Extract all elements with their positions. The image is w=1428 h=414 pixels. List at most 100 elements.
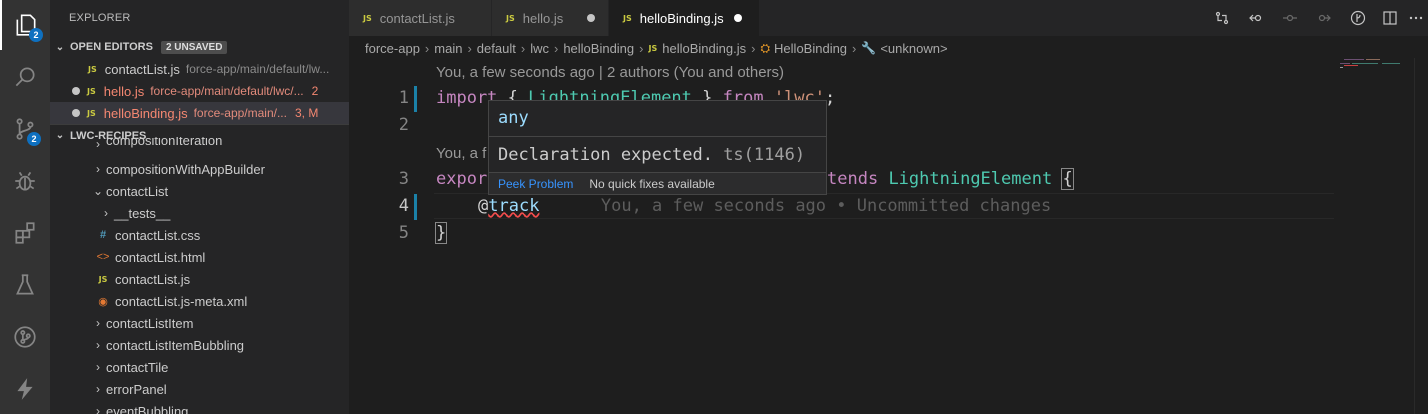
no-quick-fixes-label: No quick fixes available (589, 176, 715, 191)
breadcrumb-item[interactable]: <unknown> (880, 41, 947, 56)
folder-label: compositionIteration (106, 137, 223, 148)
commit-icon[interactable] (1281, 9, 1299, 27)
breadcrumb-item[interactable]: default (477, 41, 516, 56)
codelens-class[interactable]: You, a f (436, 145, 486, 162)
breadcrumb-item[interactable]: helloBinding (563, 41, 634, 56)
line-number: 2 (398, 115, 409, 135)
code-line-5: } (434, 222, 448, 244)
vertical-scrollbar[interactable] (1414, 58, 1428, 414)
open-editor-item[interactable]: JS contactList.js force-app/main/default… (50, 58, 349, 80)
tree-folder[interactable]: › __tests__ (50, 202, 349, 224)
tree-file[interactable]: <> contactList.html (50, 246, 349, 268)
more-actions-icon[interactable] (1407, 9, 1425, 27)
tree-folder[interactable]: › compositionIteration (50, 137, 349, 151)
code-line-3-rest: tends LightningElement { (827, 168, 1074, 190)
chevron-right-icon: › (96, 338, 100, 352)
open-next-revision-icon[interactable] (1315, 9, 1333, 27)
hover-message: Declaration expected. ts(1146) (498, 145, 806, 165)
open-editor-item[interactable]: JS hello.js force-app/main/default/lwc/.… (50, 80, 349, 102)
open-editors-header[interactable]: ⌄ OPEN EDITORS 2 UNSAVED (50, 36, 349, 58)
class-symbol-icon: ⛭ (760, 40, 771, 55)
breadcrumb-item[interactable]: HelloBinding (774, 41, 847, 56)
tree-file[interactable]: ◉ contactList.js-meta.xml (50, 290, 349, 312)
chevron-right-icon: › (520, 40, 526, 56)
tab-label: helloBinding.js (639, 10, 724, 26)
chevron-right-icon: › (96, 360, 100, 374)
chevron-right-icon: › (96, 316, 100, 330)
file-name: helloBinding.js (103, 105, 188, 121)
testing-icon[interactable] (0, 260, 50, 310)
js-file-icon: JS (623, 13, 632, 23)
folder-label: errorPanel (106, 381, 167, 397)
extensions-icon[interactable] (0, 208, 50, 258)
code-line-3: expor (436, 169, 488, 189)
chevron-right-icon: › (751, 40, 756, 56)
search-icon[interactable] (0, 52, 50, 102)
chevron-right-icon: › (553, 40, 559, 56)
breadcrumb-item[interactable]: main (434, 41, 462, 56)
tab-label: hello.js (522, 10, 564, 26)
tab-hellobinding[interactable]: JS helloBinding.js (609, 0, 759, 36)
git-graph-icon[interactable] (0, 312, 50, 362)
wrench-icon: 🔧 (861, 41, 877, 55)
chevron-right-icon: › (96, 382, 100, 396)
source-control-icon[interactable]: 2 (0, 104, 50, 154)
hover-type: any (498, 108, 529, 128)
tree-folder[interactable]: › contactListItem (50, 312, 349, 334)
error-count: 3, M (294, 106, 319, 120)
unsaved-badge: 2 UNSAVED (160, 40, 228, 54)
scm-badge: 2 (27, 132, 41, 146)
salesforce-icon[interactable] (0, 364, 50, 414)
line-number: 4 (398, 196, 409, 216)
split-editor-icon[interactable] (1381, 9, 1399, 27)
tree-folder[interactable]: › compositionWithAppBuilder (50, 158, 349, 180)
unsaved-dot-icon[interactable] (72, 87, 80, 95)
tree-folder[interactable]: ⌄ contactList (50, 180, 349, 202)
breadcrumb-item[interactable]: lwc (530, 41, 549, 56)
chevron-right-icon: › (852, 40, 857, 56)
unsaved-dot-icon[interactable] (733, 14, 742, 22)
tree-file[interactable]: # contactList.css (50, 224, 349, 246)
breadcrumb-item[interactable]: force-app (365, 41, 420, 56)
editor-tabs: JS contactList.js JS hello.js JS helloBi… (349, 0, 1428, 36)
tab-hello[interactable]: JS hello.js (492, 0, 608, 36)
sidebar-title: EXPLORER (69, 12, 131, 24)
open-previous-revision-icon[interactable] (1247, 9, 1265, 27)
js-file-icon: JS (363, 13, 372, 23)
file-label: contactList.html (115, 249, 206, 265)
hover-divider (489, 136, 826, 137)
file-path: force-app/main/... (193, 106, 287, 120)
tree-file[interactable]: JS contactList.js (50, 268, 349, 290)
tree-folder[interactable]: › contactListItemBubbling (50, 334, 349, 356)
line-number: 3 (398, 169, 409, 189)
open-editor-item[interactable]: JS helloBinding.js force-app/main/... 3,… (50, 102, 349, 124)
breadcrumb-item[interactable]: helloBinding.js (662, 41, 746, 56)
peek-problem-link[interactable]: Peek Problem (498, 177, 573, 191)
open-editors-label: OPEN EDITORS (70, 41, 153, 53)
file-path: force-app/main/default/lw... (185, 62, 330, 76)
codelens-authors[interactable]: You, a few seconds ago | 2 authors (You … (436, 64, 784, 81)
unsaved-dot-icon[interactable] (72, 109, 80, 117)
code-line-4: @track You, a few seconds ago • Uncommit… (478, 196, 1052, 216)
tree-folder[interactable]: › errorPanel (50, 378, 349, 400)
folder-label: __tests__ (114, 205, 171, 221)
folder-label: contactListItem (106, 315, 194, 331)
minimap[interactable] (1336, 58, 1406, 70)
file-name: hello.js (103, 83, 145, 99)
debug-icon[interactable] (0, 156, 50, 206)
tab-contactlist[interactable]: JS contactList.js (349, 0, 491, 36)
activity-bar: 2 2 (0, 0, 50, 414)
compare-changes-icon[interactable] (1213, 9, 1231, 27)
gitlens-icon[interactable] (1349, 9, 1367, 27)
line-number: 5 (398, 223, 409, 243)
modified-gutter (414, 86, 417, 112)
tree-folder[interactable]: › contactTile (50, 356, 349, 378)
tree-folder[interactable]: › eventBubbling (50, 400, 349, 414)
unsaved-dot-icon[interactable] (587, 14, 596, 22)
hover-actions: Peek Problem No quick fixes available (489, 172, 826, 194)
js-file-icon: JS (87, 86, 96, 96)
html-file-icon: <> (96, 251, 110, 263)
modified-gutter (414, 194, 417, 220)
folder-label: contactTile (106, 359, 169, 375)
explorer-icon[interactable]: 2 (0, 0, 50, 50)
